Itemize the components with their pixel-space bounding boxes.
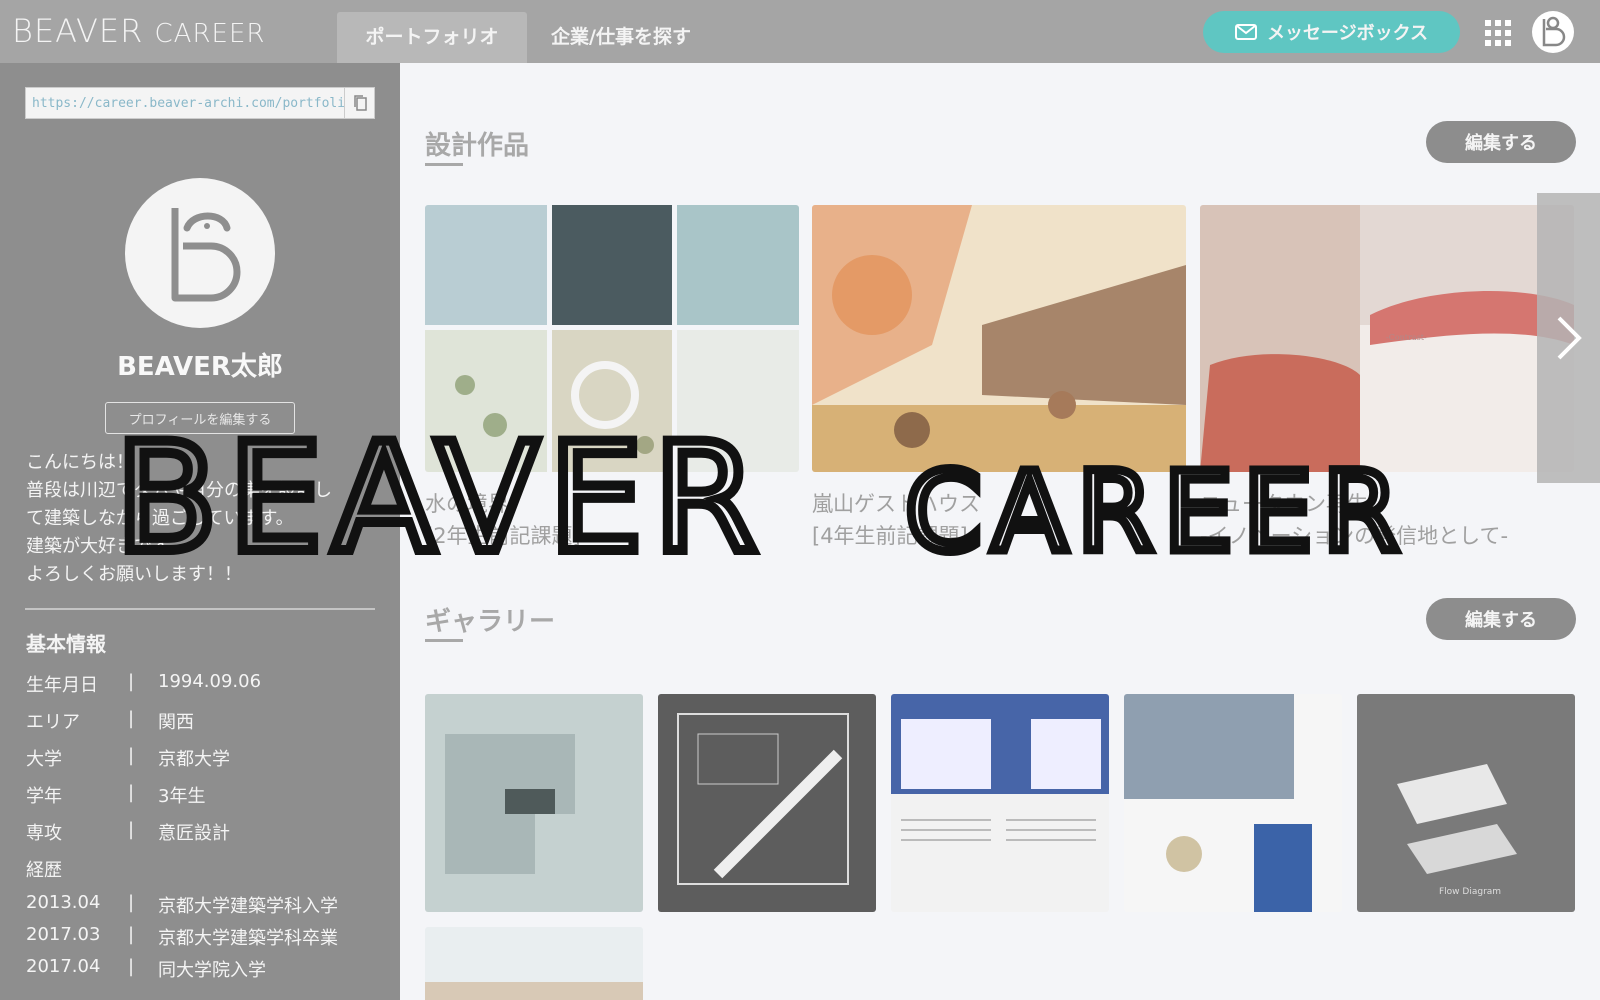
history-date: 2017.04 bbox=[26, 956, 101, 977]
info-row: 学年 | 3年生 bbox=[26, 782, 205, 808]
bio-line: よろしくお願いします！！ bbox=[26, 564, 242, 585]
info-value: 1994.09.06 bbox=[158, 671, 262, 692]
history-date: 2017.03 bbox=[26, 924, 101, 945]
tab-find-jobs[interactable]: 企業/仕事を探す bbox=[527, 12, 715, 63]
work-title-line2: -イノベーションの発信地として- bbox=[1200, 524, 1509, 548]
info-row: 専攻 | 意匠設計 bbox=[26, 819, 230, 845]
basic-info-title: 基本情報 bbox=[26, 632, 106, 656]
info-row: 生年月日 | 1994.09.06 bbox=[26, 671, 261, 697]
grid-icon[interactable] bbox=[1485, 20, 1511, 46]
work-title-line2: [2年生前記課題] bbox=[425, 524, 581, 548]
history-title-label: 経歴 bbox=[26, 860, 62, 881]
info-value: 3年生 bbox=[158, 786, 206, 807]
gallery-item[interactable] bbox=[1124, 694, 1342, 912]
divider bbox=[25, 608, 375, 610]
copy-icon[interactable] bbox=[344, 88, 374, 118]
work-card[interactable]: 嵐山ゲストハウス [4年生前記課題] bbox=[812, 205, 1186, 552]
carousel-next-button[interactable] bbox=[1537, 193, 1600, 483]
logo[interactable]: BEAVER CAREER bbox=[12, 12, 265, 50]
history-row: 2013.04 | 京都大学建築学科入学 bbox=[26, 892, 338, 918]
work-image[interactable] bbox=[425, 205, 799, 472]
history-row: 2017.03 | 京都大学建築学科卒業 bbox=[26, 924, 338, 950]
info-key: 学年 bbox=[26, 786, 62, 807]
message-box-label: メッセージボックス bbox=[1266, 23, 1429, 44]
gallery-item[interactable] bbox=[425, 694, 643, 912]
history-value: 京都大学建築学科卒業 bbox=[158, 928, 338, 949]
section-underline bbox=[425, 163, 463, 166]
logo-main: BEAVER bbox=[12, 12, 144, 50]
work-title: ニュータウン再生 -イノベーションの発信地として- bbox=[1200, 488, 1574, 552]
info-value: 関西 bbox=[158, 712, 194, 733]
tab-portfolio[interactable]: ポートフォリオ bbox=[337, 12, 527, 63]
gallery-section-title: ギャラリー bbox=[425, 607, 556, 637]
work-card[interactable]: -Contrast- ニュータウン再生 -イノベーションの発信地として- bbox=[1200, 205, 1574, 552]
work-title-line1: ニュータウン再生 bbox=[1200, 492, 1368, 516]
info-key: 専攻 bbox=[26, 823, 62, 844]
work-title-line1: 水の境界 bbox=[425, 492, 509, 516]
info-separator: | bbox=[128, 708, 135, 729]
bio-line: こんにちは！ bbox=[26, 452, 134, 473]
edit-works-button[interactable]: 編集する bbox=[1426, 121, 1576, 163]
gallery-item[interactable] bbox=[658, 694, 876, 912]
info-key: エリア bbox=[26, 712, 80, 733]
logo-sub: CAREER bbox=[154, 19, 266, 49]
beaver-logo-icon bbox=[171, 208, 241, 302]
bio-line: 普段は川辺でダムや自分の巣を設計し bbox=[26, 480, 332, 501]
work-title-line2: [4年生前記課題] bbox=[812, 524, 968, 548]
history-row: 2017.04 | 同大学院入学 bbox=[26, 956, 266, 982]
main-content: 設計作品 編集する 水の境界 [2年生前記課題] 嵐山ゲストハウス [4年生前記課題… bbox=[400, 63, 1600, 1000]
work-image[interactable] bbox=[812, 205, 1186, 472]
gallery-item[interactable]: Flow Diagram bbox=[1357, 694, 1575, 912]
edit-profile-button[interactable]: プロフィールを編集する bbox=[105, 402, 295, 434]
flow-diagram-caption: Flow Diagram bbox=[1439, 887, 1501, 897]
edit-gallery-button[interactable]: 編集する bbox=[1426, 598, 1576, 640]
history-value: 同大学院入学 bbox=[158, 960, 266, 981]
works-section-title: 設計作品 bbox=[425, 131, 530, 161]
info-separator: | bbox=[128, 782, 135, 803]
info-separator: | bbox=[128, 819, 135, 840]
gallery-item[interactable] bbox=[425, 927, 643, 1000]
mail-icon bbox=[1234, 24, 1257, 40]
history-title: 経歴 bbox=[26, 856, 62, 882]
contrast-caption: -Contrast- bbox=[1386, 333, 1427, 342]
history-value: 京都大学建築学科入学 bbox=[158, 896, 338, 917]
portfolio-url-field[interactable]: https://career.beaver-archi.com/portfoli… bbox=[25, 87, 375, 119]
avatar[interactable] bbox=[1532, 11, 1574, 53]
info-separator: | bbox=[128, 671, 135, 692]
sidebar: https://career.beaver-archi.com/portfoli… bbox=[0, 63, 400, 1000]
section-underline bbox=[425, 639, 463, 642]
info-value: 京都大学 bbox=[158, 749, 230, 770]
beaver-logo-icon bbox=[1542, 16, 1566, 47]
work-card[interactable]: 水の境界 [2年生前記課題] bbox=[425, 205, 799, 552]
user-name: BEAVER太郎 bbox=[117, 352, 283, 382]
chevron-right-icon bbox=[1557, 316, 1582, 360]
bio: こんにちは！ 普段は川辺でダムや自分の巣を設計し て建築しながら過ごしています。… bbox=[26, 449, 376, 589]
info-separator: | bbox=[128, 924, 135, 945]
work-title: 水の境界 [2年生前記課題] bbox=[425, 488, 799, 552]
bio-line: 建築が大好きです。 bbox=[26, 536, 187, 557]
work-image[interactable]: -Contrast- bbox=[1200, 205, 1574, 472]
info-separator: | bbox=[128, 892, 135, 913]
profile-avatar bbox=[125, 178, 275, 328]
work-title: 嵐山ゲストハウス [4年生前記課題] bbox=[812, 488, 1186, 552]
info-key: 大学 bbox=[26, 749, 62, 770]
info-key: 生年月日 bbox=[26, 675, 98, 696]
history-date: 2013.04 bbox=[26, 892, 101, 913]
bio-line: て建築しながら過ごしています。 bbox=[26, 508, 294, 529]
info-value: 意匠設計 bbox=[158, 823, 230, 844]
info-row: エリア | 関西 bbox=[26, 708, 194, 734]
portfolio-url[interactable]: https://career.beaver-archi.com/portfoli… bbox=[26, 96, 344, 111]
message-box-button[interactable]: メッセージボックス bbox=[1203, 11, 1460, 53]
info-separator: | bbox=[128, 956, 135, 977]
work-title-line1: 嵐山ゲストハウス bbox=[812, 492, 980, 516]
top-bar: BEAVER CAREER ポートフォリオ 企業/仕事を探す メッセージボックス bbox=[0, 0, 1600, 63]
gallery-item[interactable] bbox=[891, 694, 1109, 912]
info-row: 大学 | 京都大学 bbox=[26, 745, 230, 771]
info-separator: | bbox=[128, 745, 135, 766]
